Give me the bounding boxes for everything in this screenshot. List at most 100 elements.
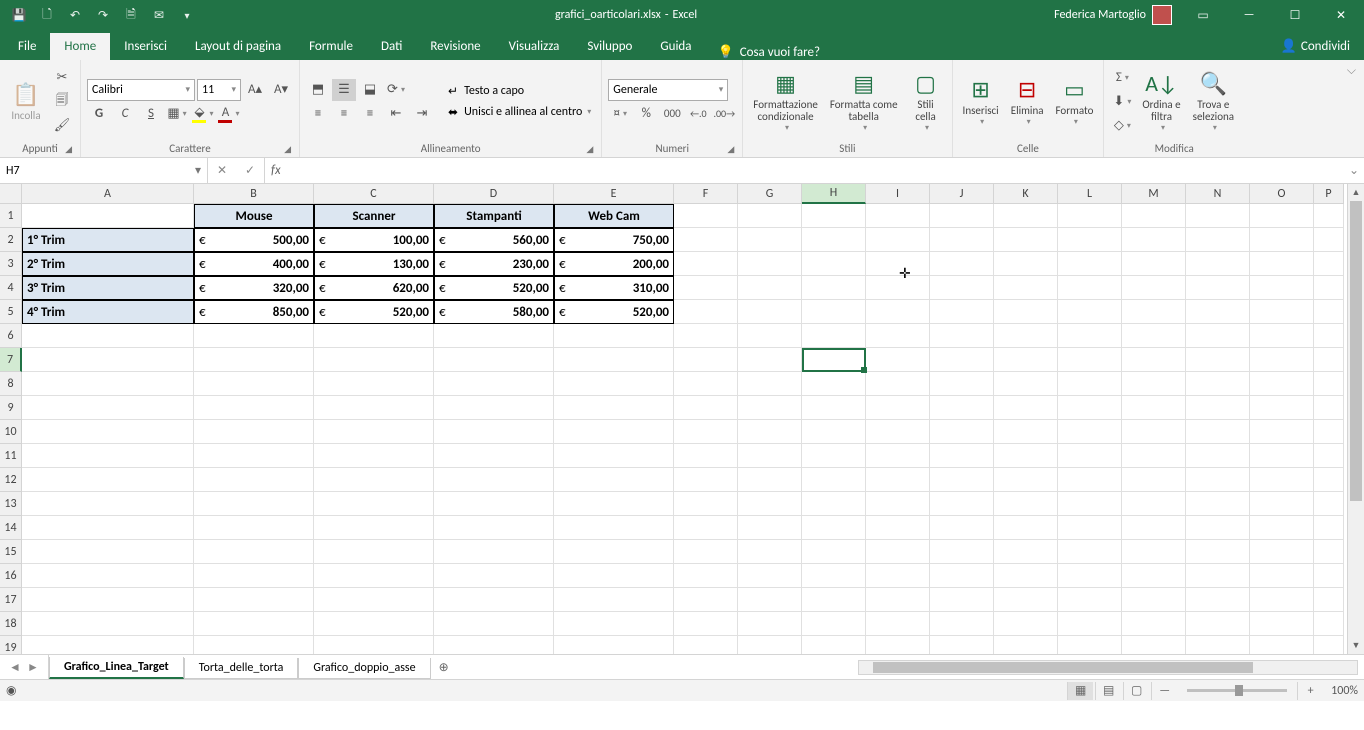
col-header-O[interactable]: O: [1250, 184, 1314, 204]
fill-handle[interactable]: [861, 367, 867, 373]
tab-formule[interactable]: Formule: [295, 33, 367, 60]
cell-D5[interactable]: €580,00: [434, 300, 554, 324]
cell-P6[interactable]: [1314, 324, 1344, 348]
cell-P9[interactable]: [1314, 396, 1344, 420]
cell-E13[interactable]: [554, 492, 674, 516]
cell-E19[interactable]: [554, 636, 674, 654]
maximize-button[interactable]: ☐: [1272, 0, 1318, 30]
font-launcher-icon[interactable]: ◢: [284, 144, 291, 155]
col-header-E[interactable]: E: [554, 184, 674, 204]
cell-N13[interactable]: [1186, 492, 1250, 516]
cell-J2[interactable]: [930, 228, 994, 252]
cell-E17[interactable]: [554, 588, 674, 612]
clear-button[interactable]: ◇: [1110, 115, 1134, 137]
page-layout-view-button[interactable]: ▤: [1095, 682, 1121, 700]
cell-C9[interactable]: [314, 396, 434, 420]
cell-B4[interactable]: €320,00: [194, 276, 314, 300]
cell-O12[interactable]: [1250, 468, 1314, 492]
cell-I4[interactable]: [866, 276, 930, 300]
cell-K15[interactable]: [994, 540, 1058, 564]
cell-D14[interactable]: [434, 516, 554, 540]
cell-F4[interactable]: [674, 276, 738, 300]
row-header-14[interactable]: 14: [0, 516, 22, 540]
wrap-text-button[interactable]: ↵ Testo a capo: [444, 82, 595, 101]
cell-O1[interactable]: [1250, 204, 1314, 228]
find-select-button[interactable]: 🔍Trova e seleziona: [1189, 67, 1238, 137]
col-header-M[interactable]: M: [1122, 184, 1186, 204]
copy-button[interactable]: 🗐: [50, 91, 74, 113]
cell-K5[interactable]: [994, 300, 1058, 324]
cell-M15[interactable]: [1122, 540, 1186, 564]
cell-A9[interactable]: [22, 396, 194, 420]
cell-B6[interactable]: [194, 324, 314, 348]
namebox-dropdown-icon[interactable]: ▾: [195, 163, 201, 178]
thousands-button[interactable]: 000: [660, 103, 684, 125]
font-size-combo[interactable]: 11▾: [197, 79, 241, 101]
scroll-down-icon[interactable]: ▼: [1348, 637, 1364, 654]
row-header-3[interactable]: 3: [0, 252, 22, 276]
cell-O14[interactable]: [1250, 516, 1314, 540]
cell-E10[interactable]: [554, 420, 674, 444]
cell-F7[interactable]: [674, 348, 738, 372]
align-left-button[interactable]: ≡: [306, 103, 330, 125]
hscroll-thumb[interactable]: [873, 662, 1253, 673]
cell-I12[interactable]: [866, 468, 930, 492]
cell-B10[interactable]: [194, 420, 314, 444]
font-name-combo[interactable]: Calibri▾: [87, 79, 195, 101]
cell-C11[interactable]: [314, 444, 434, 468]
cell-H5[interactable]: [802, 300, 866, 324]
cell-A4[interactable]: 3° Trim: [22, 276, 194, 300]
cell-B11[interactable]: [194, 444, 314, 468]
collapse-ribbon-icon[interactable]: ⌵: [1339, 60, 1364, 157]
file-tab[interactable]: File: [4, 33, 50, 60]
cell-I18[interactable]: [866, 612, 930, 636]
cell-I17[interactable]: [866, 588, 930, 612]
cell-J12[interactable]: [930, 468, 994, 492]
cell-H11[interactable]: [802, 444, 866, 468]
cell-B16[interactable]: [194, 564, 314, 588]
expand-formula-icon[interactable]: ⌄: [1344, 158, 1364, 183]
cell-P17[interactable]: [1314, 588, 1344, 612]
cell-D3[interactable]: €230,00: [434, 252, 554, 276]
sheet-tab-torta_delle_torta[interactable]: Torta_delle_torta: [184, 658, 299, 679]
cell-A15[interactable]: [22, 540, 194, 564]
tab-guida[interactable]: Guida: [646, 33, 705, 60]
cell-J4[interactable]: [930, 276, 994, 300]
cell-H9[interactable]: [802, 396, 866, 420]
cell-B5[interactable]: €850,00: [194, 300, 314, 324]
name-box[interactable]: H7 ▾: [0, 158, 208, 183]
cell-F1[interactable]: [674, 204, 738, 228]
cell-P1[interactable]: [1314, 204, 1344, 228]
cell-C18[interactable]: [314, 612, 434, 636]
col-header-B[interactable]: B: [194, 184, 314, 204]
conditional-formatting-button[interactable]: ▦Formattazione condizionale: [749, 67, 822, 137]
clipboard-launcher-icon[interactable]: ◢: [65, 144, 72, 155]
cell-B7[interactable]: [194, 348, 314, 372]
cell-A14[interactable]: [22, 516, 194, 540]
number-format-combo[interactable]: Generale▾: [608, 79, 728, 101]
cell-A12[interactable]: [22, 468, 194, 492]
cell-L18[interactable]: [1058, 612, 1122, 636]
cell-K14[interactable]: [994, 516, 1058, 540]
cell-J13[interactable]: [930, 492, 994, 516]
cell-O13[interactable]: [1250, 492, 1314, 516]
zoom-in-button[interactable]: +: [1297, 682, 1323, 700]
cell-O15[interactable]: [1250, 540, 1314, 564]
cell-B14[interactable]: [194, 516, 314, 540]
cell-M10[interactable]: [1122, 420, 1186, 444]
print-preview-icon[interactable]: 🗎: [118, 2, 144, 28]
vertical-scrollbar[interactable]: ▲ ▼: [1347, 184, 1364, 654]
underline-button[interactable]: S: [139, 103, 163, 125]
select-all-corner[interactable]: [0, 184, 22, 204]
align-center-button[interactable]: ≡: [332, 103, 356, 125]
cell-L19[interactable]: [1058, 636, 1122, 654]
cell-J3[interactable]: [930, 252, 994, 276]
row-header-11[interactable]: 11: [0, 444, 22, 468]
cell-I2[interactable]: [866, 228, 930, 252]
cell-B2[interactable]: €500,00: [194, 228, 314, 252]
row-header-19[interactable]: 19: [0, 636, 22, 654]
cell-N1[interactable]: [1186, 204, 1250, 228]
cell-B9[interactable]: [194, 396, 314, 420]
cell-O4[interactable]: [1250, 276, 1314, 300]
cell-J19[interactable]: [930, 636, 994, 654]
